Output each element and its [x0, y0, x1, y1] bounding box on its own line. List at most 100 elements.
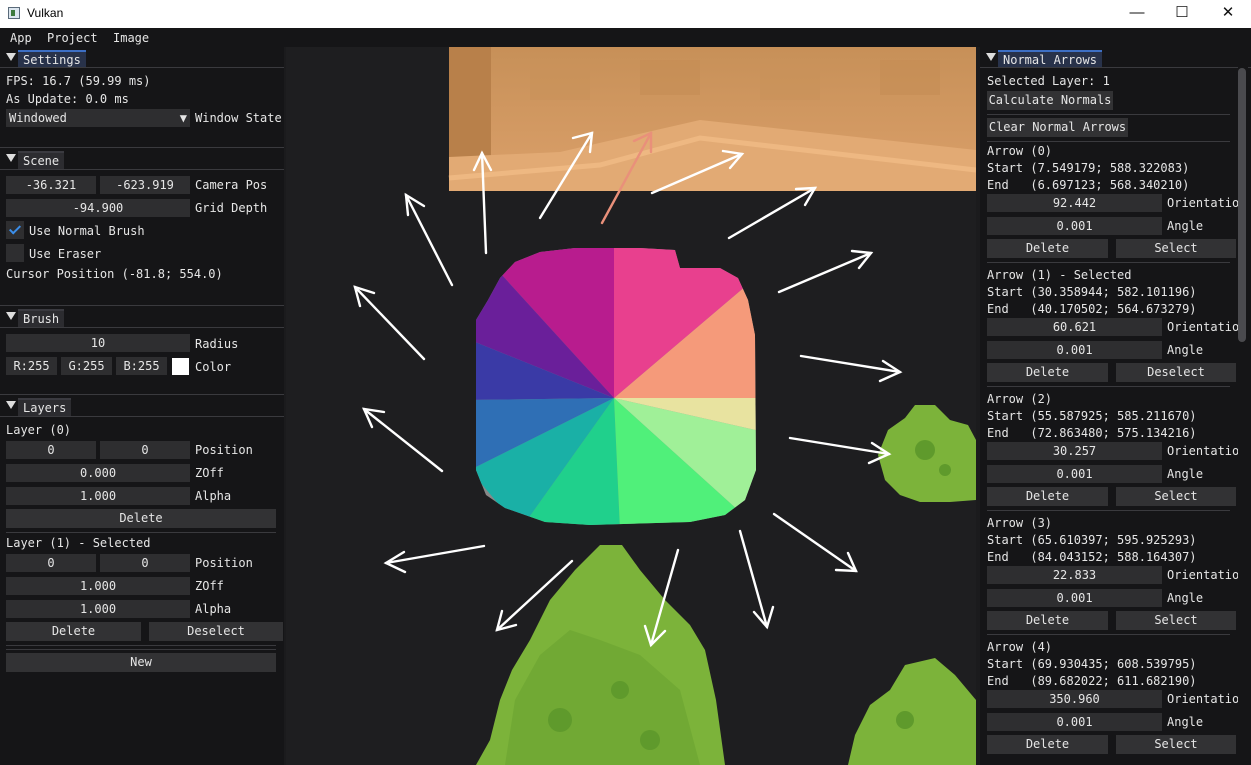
- normal-arrow-icon: [383, 544, 486, 574]
- calculate-normals-button[interactable]: Calculate Normals: [987, 91, 1113, 110]
- angle-field[interactable]: 0.001: [987, 713, 1162, 731]
- settings-header[interactable]: Settings: [0, 49, 284, 68]
- angle-label: Angle: [1167, 343, 1204, 357]
- layer-0-zoff-field[interactable]: 0.000: [6, 464, 190, 482]
- menu-app[interactable]: App: [10, 31, 32, 45]
- orientation-field[interactable]: 92.442: [987, 194, 1162, 212]
- arrow-start: Start (7.549179; 588.322083): [987, 161, 1190, 175]
- angle-field[interactable]: 0.001: [987, 217, 1162, 235]
- collapse-icon[interactable]: [6, 154, 16, 162]
- orientation-field[interactable]: 22.833: [987, 566, 1162, 584]
- layer-1-alpha-label: Alpha: [195, 602, 232, 616]
- arrow-title: Arrow (4): [987, 640, 1053, 654]
- arrow-end: End (72.863480; 575.134216): [987, 426, 1197, 440]
- angle-field[interactable]: 0.001: [987, 465, 1162, 483]
- close-button[interactable]: ✕: [1205, 0, 1251, 28]
- arrows-scrollbar[interactable]: [1238, 66, 1248, 765]
- menu-project[interactable]: Project: [47, 31, 98, 45]
- angle-field[interactable]: 0.001: [987, 589, 1162, 607]
- canvas-viewport[interactable]: [286, 47, 976, 765]
- normal-color-wheel: [476, 248, 756, 525]
- camera-pos-y-field[interactable]: -623.919: [100, 176, 190, 194]
- grid-depth-field[interactable]: -94.900: [6, 199, 190, 217]
- arrow-delete-button[interactable]: Delete: [987, 735, 1108, 754]
- new-layer-button[interactable]: New: [6, 653, 276, 672]
- use-normal-brush-checkbox[interactable]: [6, 221, 24, 239]
- layer-0-alpha-field[interactable]: 1.000: [6, 487, 190, 505]
- orientation-field[interactable]: 60.621: [987, 318, 1162, 336]
- layers-header[interactable]: Layers: [0, 397, 284, 416]
- scene-canvas[interactable]: [286, 47, 976, 765]
- normal-arrows-header[interactable]: Normal Arrows: [980, 49, 1251, 68]
- brush-tab[interactable]: Brush: [18, 309, 65, 327]
- window-title: Vulkan: [27, 6, 64, 20]
- normal-arrow-icon: [799, 354, 903, 383]
- normal-arrow-icon: [772, 512, 858, 573]
- orientation-field[interactable]: 350.960: [987, 690, 1162, 708]
- layer-0-zoff-label: ZOff: [195, 466, 224, 480]
- arrow-delete-button[interactable]: Delete: [987, 363, 1108, 382]
- layer-1-position-label: Position: [195, 556, 253, 570]
- menu-image[interactable]: Image: [113, 31, 149, 45]
- color-g-field[interactable]: G:255: [61, 357, 112, 375]
- color-b-field[interactable]: B:255: [116, 357, 167, 375]
- layer-1-position-y[interactable]: 0: [100, 554, 190, 572]
- dropdown-arrow-icon[interactable]: ▼: [180, 109, 187, 127]
- arrow-delete-button[interactable]: Delete: [987, 611, 1108, 630]
- minimize-button[interactable]: —: [1114, 0, 1160, 28]
- window-state-value: Windowed: [9, 111, 67, 125]
- arrow-deselect-button[interactable]: Deselect: [1116, 363, 1236, 382]
- angle-field[interactable]: 0.001: [987, 341, 1162, 359]
- use-eraser-checkbox[interactable]: [6, 244, 24, 262]
- arrow-start: Start (30.358944; 582.101196): [987, 285, 1197, 299]
- angle-label: Angle: [1167, 219, 1204, 233]
- use-eraser-label: Use Eraser: [29, 247, 102, 261]
- window-state-label: Window State: [195, 111, 282, 125]
- maximize-button[interactable]: ☐: [1159, 0, 1205, 28]
- title-bar: Vulkan — ☐ ✕: [0, 0, 1251, 28]
- arrow-delete-button[interactable]: Delete: [987, 239, 1108, 258]
- layer-0-delete-button[interactable]: Delete: [6, 509, 276, 528]
- collapse-icon[interactable]: [6, 401, 16, 409]
- orientation-label: Orientatio: [1167, 568, 1240, 582]
- layer-1-position-x[interactable]: 0: [6, 554, 96, 572]
- arrow-title: Arrow (1) - Selected: [987, 268, 1132, 282]
- left-panel: Settings FPS: 16.7 (59.99 ms) As Update:…: [0, 47, 284, 765]
- scrollbar-thumb[interactable]: [1238, 68, 1246, 342]
- clear-normal-arrows-button[interactable]: Clear Normal Arrows: [987, 118, 1128, 137]
- collapse-icon[interactable]: [986, 53, 996, 61]
- collapse-icon[interactable]: [6, 53, 16, 61]
- layer-0-position-x[interactable]: 0: [6, 441, 96, 459]
- arrow-select-button[interactable]: Select: [1116, 239, 1236, 258]
- brush-header[interactable]: Brush: [0, 308, 284, 327]
- layer-1-delete-button[interactable]: Delete: [6, 622, 141, 641]
- layer-0-position-y[interactable]: 0: [100, 441, 190, 459]
- normal-arrow-icon: [738, 529, 775, 630]
- scene-tab[interactable]: Scene: [18, 151, 65, 169]
- orientation-label: Orientatio: [1167, 320, 1240, 334]
- layer-1-alpha-field[interactable]: 1.000: [6, 600, 190, 618]
- layers-tab[interactable]: Layers: [18, 398, 72, 416]
- radius-field[interactable]: 10: [6, 334, 190, 352]
- layer-1-deselect-button[interactable]: Deselect: [149, 622, 283, 641]
- normal-arrow-icon: [362, 407, 444, 473]
- window-state-select[interactable]: Windowed ▼: [6, 109, 190, 127]
- normal-arrows-tab[interactable]: Normal Arrows: [998, 50, 1102, 68]
- arrow-title: Arrow (2): [987, 392, 1053, 406]
- color-swatch[interactable]: [172, 358, 189, 375]
- layer-1-zoff-field[interactable]: 1.000: [6, 577, 190, 595]
- arrow-entry: Arrow (4) Start (69.930435; 608.539795) …: [980, 640, 1239, 764]
- orientation-field[interactable]: 30.257: [987, 442, 1162, 460]
- scene-header[interactable]: Scene: [0, 150, 284, 169]
- arrow-delete-button[interactable]: Delete: [987, 487, 1108, 506]
- use-normal-brush-label: Use Normal Brush: [29, 224, 145, 238]
- settings-tab[interactable]: Settings: [18, 50, 86, 68]
- normal-arrows-panel: Normal Arrows Selected Layer: 1 Calculat…: [980, 47, 1251, 765]
- angle-label: Angle: [1167, 715, 1204, 729]
- arrow-select-button[interactable]: Select: [1116, 735, 1236, 754]
- camera-pos-x-field[interactable]: -36.321: [6, 176, 96, 194]
- arrow-select-button[interactable]: Select: [1116, 611, 1236, 630]
- arrow-select-button[interactable]: Select: [1116, 487, 1236, 506]
- color-r-field[interactable]: R:255: [6, 357, 57, 375]
- collapse-icon[interactable]: [6, 312, 16, 320]
